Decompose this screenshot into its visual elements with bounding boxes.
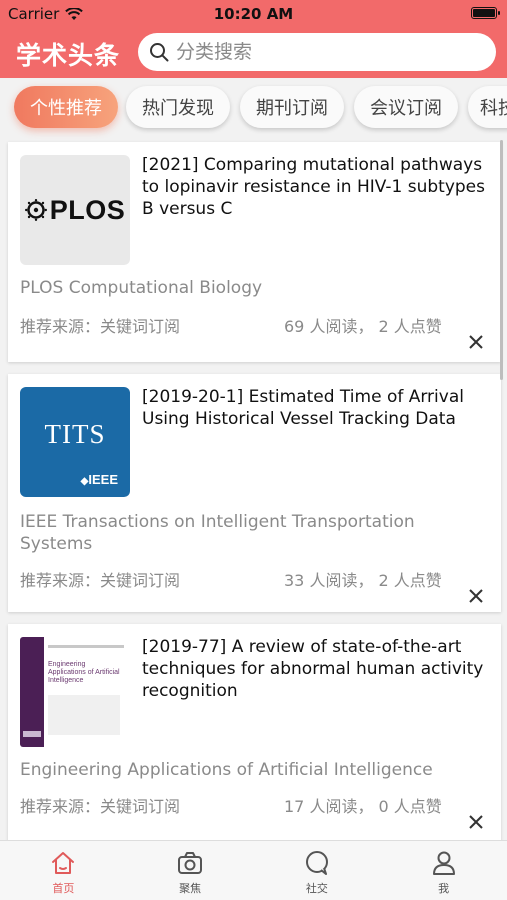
app-header: 学术头条 [0,28,507,78]
chat-bubble-icon [305,851,328,875]
tits-logo-text: TITS [44,419,106,449]
search-icon [148,41,170,63]
ieee-logo-text: ◆IEEE [80,472,118,487]
status-time: 10:20 AM [213,5,294,23]
plos-logo: PLOS [20,155,130,265]
tab-hot-discover[interactable]: 热门发现 [126,86,230,128]
article-title[interactable]: [2019-77] A review of state-of-the-art t… [142,636,487,702]
article-source: 推荐来源：关键词订阅 [20,571,181,590]
article-stats: 69 人阅读， 2 人点赞 [284,317,442,336]
close-icon[interactable] [467,587,485,605]
camera-icon [178,852,203,874]
home-icon [52,852,75,874]
article-journal: Engineering Applications of Artificial I… [20,760,433,780]
bottom-tab-bar: 首页 聚焦 社交 我 [0,840,507,900]
bottom-tab-label: 首页 [52,882,75,895]
article-journal: IEEE Transactions on Intelligent Transpo… [20,512,415,554]
bottom-tab-social[interactable]: 社交 [254,841,381,900]
article-feed[interactable]: PLOS [2021] Comparing mutational pathway… [0,140,507,840]
battery-icon [471,7,500,19]
bottom-tab-label: 聚焦 [179,882,202,895]
journal-cover-image: Engineering Applications of Artificial I… [20,637,130,747]
tab-conference-subscribe[interactable]: 会议订阅 [354,86,458,128]
article-source: 推荐来源：关键词订阅 [20,797,181,816]
search-bar[interactable] [138,33,496,71]
article-card[interactable]: Engineering Applications of Artificial I… [8,624,501,840]
tits-ieee-logo: TITS ◆IEEE [20,387,130,497]
article-card[interactable]: TITS ◆IEEE [2019-20-1] Estimated Time of… [8,374,501,612]
bottom-tab-me[interactable]: 我 [380,841,507,900]
tab-personal-recommend[interactable]: 个性推荐 [14,86,118,128]
bottom-tab-focus[interactable]: 聚焦 [127,841,254,900]
tab-technology[interactable]: 科技 [468,86,507,128]
bottom-tab-label: 我 [438,882,450,895]
close-icon[interactable] [467,813,485,831]
bottom-tab-home[interactable]: 首页 [0,841,127,900]
app-title: 学术头条 [16,41,121,70]
plos-logo-text: PLOS [49,194,126,225]
article-journal: PLOS Computational Biology [20,278,263,298]
cover-journal-name: Engineering Applications of Artificial I… [48,661,120,684]
article-source: 推荐来源：关键词订阅 [20,317,181,336]
tab-journal-subscribe[interactable]: 期刊订阅 [240,86,344,128]
article-title[interactable]: [2019-20-1] Estimated Time of Arrival Us… [142,386,487,430]
category-tabs: 个性推荐 热门发现 期刊订阅 会议订阅 科技 [0,78,507,140]
article-title[interactable]: [2021] Comparing mutational pathways to … [142,154,487,220]
bottom-tab-label: 社交 [305,882,328,895]
search-input[interactable] [176,41,476,63]
scroll-indicator[interactable] [500,140,503,380]
article-card[interactable]: PLOS [2021] Comparing mutational pathway… [8,142,501,362]
status-bar: Carrier 10:20 AM [0,0,507,28]
person-icon [432,851,455,875]
article-stats: 17 人阅读， 0 人点赞 [284,797,442,816]
close-icon[interactable] [467,333,485,351]
article-stats: 33 人阅读， 2 人点赞 [284,571,442,590]
